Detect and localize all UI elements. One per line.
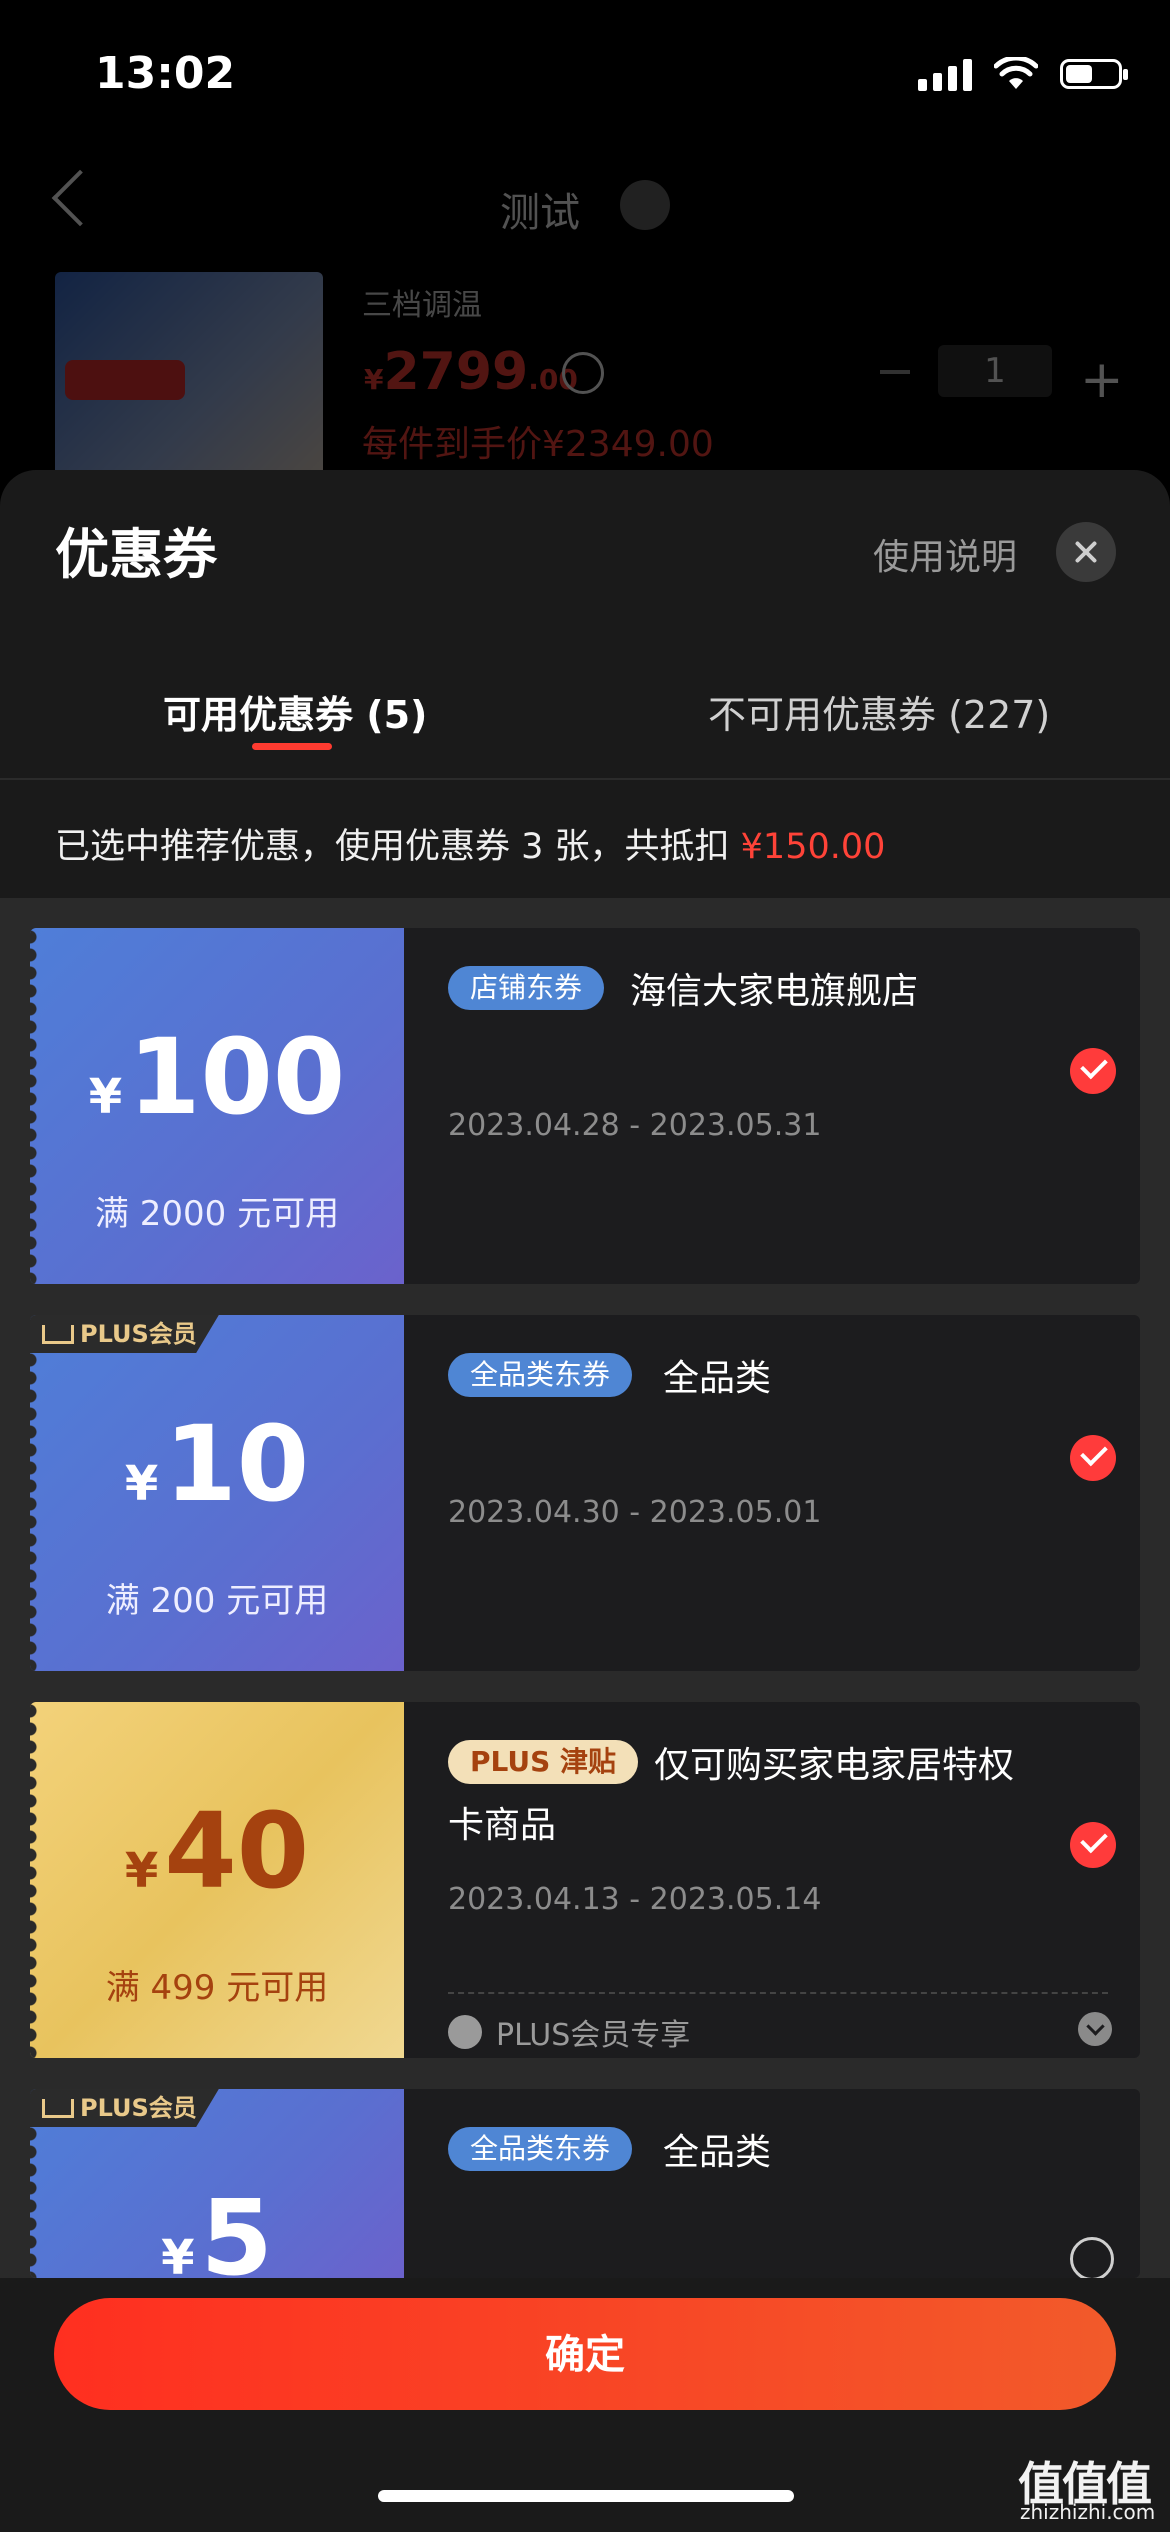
coupon-condition: 满 499 元可用 bbox=[105, 1968, 329, 2008]
coupon-value-panel: ¥40 满 499 元可用 bbox=[30, 1702, 404, 2058]
quantity-value: 1 bbox=[938, 345, 1052, 397]
coupon-amount: ¥10 bbox=[30, 1403, 404, 1525]
price-main: 2799 bbox=[383, 342, 529, 402]
info-icon bbox=[562, 352, 604, 394]
confirm-button[interactable]: 确定 bbox=[54, 2298, 1116, 2410]
selected-check-icon[interactable] bbox=[1070, 1048, 1116, 1094]
coupon-yen: ¥ bbox=[88, 1069, 123, 1125]
sheet-title: 优惠券 bbox=[55, 523, 217, 586]
battery-icon bbox=[1060, 59, 1128, 89]
tab-unavailable[interactable]: 不可用优惠券 (227) bbox=[708, 684, 1050, 739]
coupon-card[interactable]: PLUS会员 ¥10 满 200 元可用 全品类东券 全品类 2023.04.3… bbox=[30, 1315, 1140, 1671]
summary-amount: ¥150.00 bbox=[740, 827, 886, 867]
active-tab-indicator bbox=[252, 743, 332, 750]
coupon-amount: ¥5 bbox=[30, 2177, 404, 2278]
coupon-type-badge: 全品类东券 bbox=[448, 2127, 633, 2171]
product-variant: 三档调温 bbox=[362, 288, 482, 323]
page-title: 测试 bbox=[500, 190, 580, 236]
final-price: 每件到手价¥2349.00 bbox=[362, 424, 714, 465]
tab-divider bbox=[0, 778, 1170, 780]
coupon-name: 仅可购买家电家居特权 bbox=[654, 1745, 1015, 1786]
coupon-yen: ¥ bbox=[124, 1456, 159, 1512]
status-time: 13:02 bbox=[95, 48, 236, 99]
coupon-yen: ¥ bbox=[161, 2230, 195, 2278]
status-icons bbox=[918, 52, 1128, 96]
coupon-yen: ¥ bbox=[124, 1843, 159, 1899]
coupon-amount: ¥40 bbox=[30, 1790, 404, 1912]
wifi-icon bbox=[994, 57, 1038, 89]
plus-member-label: PLUS会员 bbox=[80, 1320, 197, 1348]
selection-summary: 已选中推荐优惠，使用优惠券 3 张，共抵扣 ¥150.00 bbox=[55, 818, 885, 869]
summary-text: 已选中推荐优惠，使用优惠券 3 张，共抵扣 bbox=[55, 827, 741, 867]
location-icon bbox=[620, 180, 670, 230]
coupon-name: 全品类 bbox=[663, 2132, 772, 2173]
coupon-name-continued: 卡商品 bbox=[448, 1805, 557, 1846]
back-chevron-icon[interactable] bbox=[51, 169, 109, 227]
crown-icon bbox=[42, 2099, 74, 2118]
coupon-amount-value: 40 bbox=[164, 1790, 310, 1912]
plus-crown-icon bbox=[448, 2015, 482, 2049]
coupon-validity: 2023.04.30 - 2023.05.01 bbox=[448, 1495, 822, 1530]
plus-note-label: PLUS会员专享 bbox=[496, 2018, 691, 2053]
close-button[interactable] bbox=[1056, 522, 1116, 582]
thumbnail-price-badge bbox=[65, 360, 185, 400]
coupon-name: 全品类 bbox=[663, 1358, 772, 1399]
unselected-radio[interactable] bbox=[1070, 2237, 1114, 2278]
coupon-amount-value: 5 bbox=[200, 2177, 273, 2278]
coupon-card[interactable]: PLUS会员 ¥5 全品类东券 全品类 bbox=[30, 2089, 1140, 2278]
coupon-condition: 满 200 元可用 bbox=[105, 1581, 329, 1621]
selected-check-icon[interactable] bbox=[1070, 1822, 1116, 1868]
tab-available[interactable]: 可用优惠券 (5) bbox=[163, 684, 427, 739]
plus-icon: + bbox=[1080, 350, 1124, 410]
coupon-name: 海信大家电旗舰店 bbox=[630, 971, 919, 1012]
minus-icon bbox=[880, 370, 910, 374]
coupon-value-panel: PLUS会员 ¥5 bbox=[30, 2089, 404, 2278]
usage-instructions-link[interactable]: 使用说明 bbox=[873, 528, 1017, 580]
crown-icon bbox=[42, 1325, 74, 1344]
plus-member-tag: PLUS会员 bbox=[30, 2089, 219, 2127]
coupon-validity: 2023.04.13 - 2023.05.14 bbox=[448, 1882, 822, 1917]
watermark-url: zhizhizhi.com bbox=[1020, 2500, 1156, 2524]
product-price: ¥2799.00 bbox=[364, 342, 578, 402]
coupon-amount: ¥100 bbox=[30, 1016, 404, 1138]
coupon-condition: 满 2000 元可用 bbox=[94, 1194, 340, 1234]
coupon-value-panel: PLUS会员 ¥10 满 200 元可用 bbox=[30, 1315, 404, 1671]
coupon-type-badge: PLUS 津贴 bbox=[448, 1740, 639, 1784]
selected-check-icon[interactable] bbox=[1070, 1435, 1116, 1481]
coupon-validity: 2023.04.28 - 2023.05.31 bbox=[448, 1108, 822, 1143]
plus-exclusive-note: PLUS会员专享 bbox=[448, 2010, 690, 2054]
coupon-card[interactable]: ¥100 满 2000 元可用 店铺东券 海信大家电旗舰店 2023.04.28… bbox=[30, 928, 1140, 1284]
coupon-card[interactable]: ¥40 满 499 元可用 PLUS 津贴 仅可购买家电家居特权 卡商品 202… bbox=[30, 1702, 1140, 2058]
coupon-amount-value: 100 bbox=[128, 1016, 346, 1138]
dashed-divider bbox=[448, 1992, 1108, 1994]
signal-icon bbox=[918, 57, 972, 91]
home-indicator bbox=[378, 2490, 794, 2502]
plus-member-tag: PLUS会员 bbox=[30, 1315, 219, 1353]
coupon-amount-value: 10 bbox=[164, 1403, 310, 1525]
plus-member-label: PLUS会员 bbox=[80, 2094, 197, 2122]
coupon-type-badge: 全品类东券 bbox=[448, 1353, 633, 1397]
coupon-value-panel: ¥100 满 2000 元可用 bbox=[30, 928, 404, 1284]
expand-chevron-icon[interactable] bbox=[1078, 2012, 1112, 2046]
coupon-type-badge: 店铺东券 bbox=[448, 966, 605, 1010]
price-yen: ¥ bbox=[364, 363, 384, 396]
